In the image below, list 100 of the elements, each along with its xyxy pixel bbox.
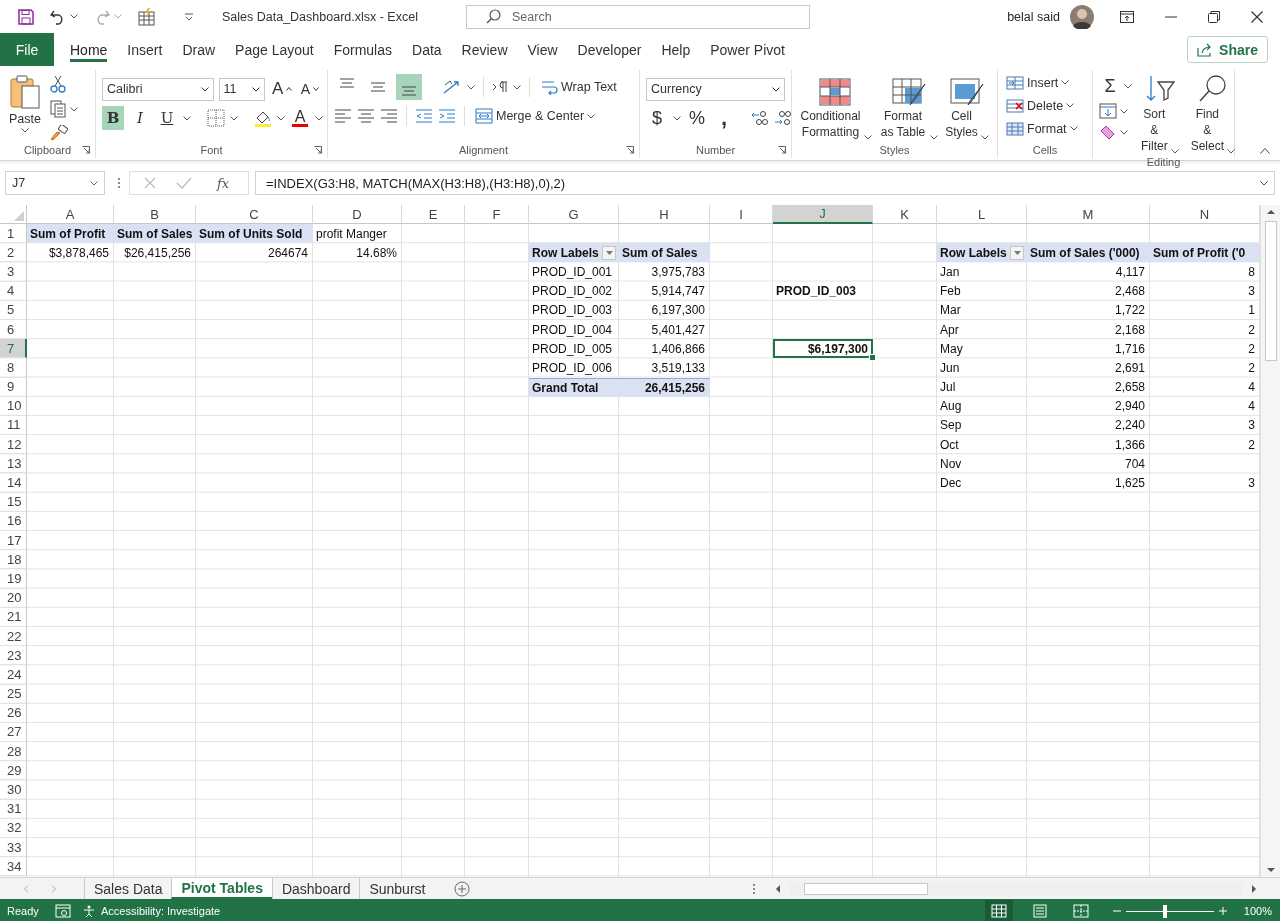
dialog-launcher-icon[interactable]: [82, 146, 90, 154]
ribbon-tab[interactable]: Draw: [172, 33, 226, 66]
comma-style-button[interactable]: ,: [713, 106, 735, 130]
format-as-table-button[interactable]: Format as Table: [876, 76, 941, 142]
fill-handle[interactable]: [869, 354, 876, 362]
caret-icon[interactable]: [252, 86, 261, 92]
increase-font-size-button[interactable]: A: [270, 77, 294, 101]
row-header[interactable]: 9: [0, 377, 27, 397]
wrap-text-button[interactable]: Wrap Text: [538, 75, 619, 99]
cell-mode-icon[interactable]: [55, 904, 71, 918]
ribbon-tab[interactable]: View: [517, 33, 568, 66]
percent-button[interactable]: %: [686, 106, 708, 130]
row-header[interactable]: 4: [0, 281, 27, 301]
underline-button[interactable]: U: [156, 106, 178, 130]
caret-icon[interactable]: [673, 115, 681, 121]
file-menu-button[interactable]: File: [0, 33, 54, 66]
ribbon-display-options-icon[interactable]: [1120, 10, 1134, 23]
splitter-icon[interactable]: [752, 882, 756, 895]
name-box[interactable]: J7: [5, 171, 105, 195]
sort-filter-button[interactable]: Sort & Filter: [1138, 72, 1182, 156]
align-center-icon[interactable]: [357, 108, 375, 124]
caret-icon[interactable]: [183, 115, 191, 121]
zoom-level[interactable]: 100%: [1243, 905, 1272, 917]
caret-icon[interactable]: [90, 180, 98, 186]
caret-icon[interactable]: [200, 86, 209, 92]
row-header[interactable]: 10: [0, 396, 27, 416]
caret-icon[interactable]: [863, 135, 872, 140]
row-header[interactable]: 19: [0, 569, 27, 589]
ribbon-tab[interactable]: Home: [60, 33, 118, 66]
currency-button[interactable]: $: [646, 106, 668, 130]
font-color-button[interactable]: A: [290, 109, 310, 127]
row-header[interactable]: 28: [0, 742, 27, 762]
row-header[interactable]: 8: [0, 358, 27, 378]
column-header[interactable]: B: [114, 205, 196, 224]
scrollbar-thumb[interactable]: [1264, 221, 1277, 361]
caret-icon[interactable]: [70, 106, 78, 112]
row-header[interactable]: 18: [0, 550, 27, 570]
caret-icon[interactable]: [772, 86, 780, 92]
caret-icon[interactable]: [1069, 126, 1078, 131]
filter-dropdown-button[interactable]: [1010, 245, 1024, 260]
insert-function-button[interactable]: fx: [212, 171, 234, 195]
formula-field[interactable]: =INDEX(G3:H8, MATCH(MAX(H3:H8),(H3:H8),0),2): [255, 171, 1275, 195]
caret-icon[interactable]: [1170, 149, 1179, 154]
row-header[interactable]: 17: [0, 531, 27, 551]
row-header[interactable]: 22: [0, 626, 27, 647]
caret-icon[interactable]: [315, 115, 323, 121]
ribbon-tab[interactable]: Insert: [117, 33, 173, 66]
cell-styles-button[interactable]: Cell Styles: [943, 76, 991, 142]
paste-button[interactable]: Paste: [6, 72, 44, 142]
row-header[interactable]: 5: [0, 300, 27, 320]
caret-icon[interactable]: [277, 115, 285, 121]
row-header[interactable]: 30: [0, 780, 27, 800]
avatar-icon[interactable]: [1070, 4, 1094, 29]
collapse-ribbon-icon[interactable]: [1260, 148, 1270, 154]
share-button[interactable]: Share: [1187, 36, 1268, 63]
row-header[interactable]: 32: [0, 818, 27, 838]
row-header[interactable]: 15: [0, 492, 27, 512]
column-header[interactable]: K: [873, 205, 937, 224]
column-header[interactable]: I: [710, 205, 773, 224]
search-field[interactable]: Search: [466, 4, 810, 29]
font-name-field[interactable]: Calibri: [102, 77, 214, 101]
row-header[interactable]: 2: [0, 243, 27, 263]
row-header[interactable]: 26: [0, 703, 27, 723]
format-painter-icon[interactable]: [50, 125, 68, 141]
column-header[interactable]: A: [27, 205, 114, 224]
minimize-icon[interactable]: [1165, 15, 1177, 18]
find-select-button[interactable]: Find & Select: [1187, 72, 1239, 156]
row-header[interactable]: 31: [0, 799, 27, 819]
row-header[interactable]: 24: [0, 665, 27, 685]
row-header[interactable]: 20: [0, 588, 27, 608]
caret-icon[interactable]: [1061, 80, 1070, 85]
caret-icon[interactable]: [70, 14, 78, 19]
delete-cells-button[interactable]: Delete: [1004, 95, 1086, 116]
filter-dropdown-button[interactable]: [602, 245, 616, 260]
accessibility-icon[interactable]: [81, 904, 97, 918]
caret-icon[interactable]: [587, 113, 596, 119]
column-header[interactable]: G: [529, 205, 619, 224]
insert-cells-button[interactable]: Insert: [1004, 72, 1086, 93]
close-icon[interactable]: [1251, 10, 1263, 23]
row-header[interactable]: 3: [0, 262, 27, 282]
ribbon-tab[interactable]: Data: [402, 33, 452, 66]
increase-indent-icon[interactable]: [438, 108, 456, 124]
ribbon-tab[interactable]: Review: [451, 33, 518, 66]
dialog-launcher-icon[interactable]: [314, 146, 322, 154]
conditional-formatting-button[interactable]: Conditional Formatting: [798, 76, 874, 142]
dialog-launcher-icon[interactable]: [778, 146, 786, 154]
align-left-icon[interactable]: [334, 108, 352, 124]
column-header[interactable]: M: [1027, 205, 1150, 224]
column-header[interactable]: L: [937, 205, 1027, 224]
column-header[interactable]: F: [465, 205, 529, 224]
more-options-icon[interactable]: [117, 177, 121, 189]
caret-icon[interactable]: [467, 84, 475, 90]
customize-toolbar-icon[interactable]: [184, 12, 194, 21]
row-header[interactable]: 27: [0, 722, 27, 743]
italic-button[interactable]: I: [129, 106, 151, 130]
caret-icon[interactable]: [980, 135, 989, 140]
column-header[interactable]: J: [773, 205, 873, 224]
copy-icon[interactable]: [50, 100, 66, 118]
column-header[interactable]: C: [196, 205, 313, 224]
view-button[interactable]: [984, 900, 1013, 921]
